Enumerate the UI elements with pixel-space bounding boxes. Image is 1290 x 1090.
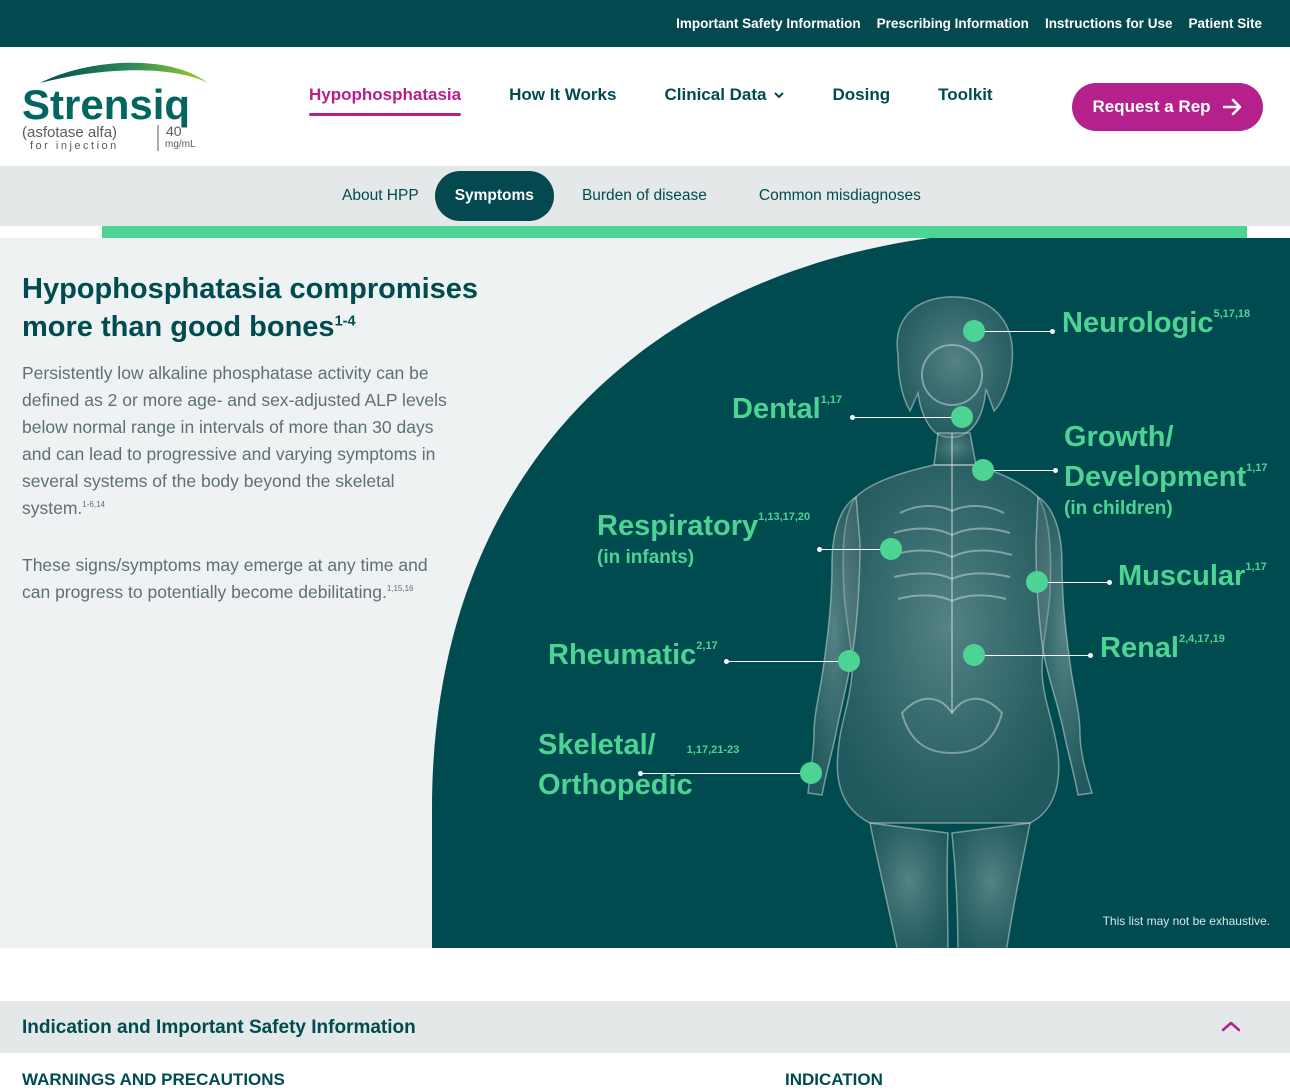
muscular-hotspot (1026, 571, 1048, 593)
nav-hypophosphatasia[interactable]: Hypophosphatasia (309, 85, 462, 116)
logo-for-injection: for injection (30, 140, 119, 152)
renal-connector-end (1088, 653, 1093, 658)
symptom-dental: Dental1,17 (732, 393, 843, 425)
prescribing-info-link[interactable]: Prescribing Information (877, 16, 1029, 31)
logo-strength: 40 (166, 123, 182, 139)
neurologic-connector-end (1050, 329, 1055, 334)
logo-unit: mg/mL (165, 139, 196, 150)
logo-brand: Strensiq (22, 81, 190, 128)
hero-paragraph-2: These signs/symptoms may emerge at any t… (22, 555, 428, 602)
request-a-rep-label: Request a Rep (1092, 97, 1211, 116)
symptom-rheumatic: Rheumatic2,17 (548, 639, 718, 671)
subnav: About HPP Symptoms Burden of disease Com… (0, 166, 1290, 226)
respiratory-connector-end (817, 547, 822, 552)
nav-how-it-works-label: How It Works (509, 85, 617, 104)
isi-bar[interactable]: Indication and Important Safety Informat… (0, 1001, 1290, 1053)
symptom-growth-development: Growth/Development1,17 (in children) (1064, 421, 1268, 519)
skeletal-hotspot (800, 762, 822, 784)
symptom-respiratory: Respiratory1,13,17,20 (in infants) (597, 510, 811, 568)
nav-toolkit-label: Toolkit (938, 85, 993, 104)
dental-connector (852, 417, 962, 418)
symptom-renal: Renal2,4,17,19 (1100, 632, 1225, 664)
strensiq-logo[interactable]: Strensiq (asfotase alfa) for injection 4… (22, 61, 212, 153)
tab-common-misdiagnoses[interactable]: Common misdiagnoses (743, 171, 937, 221)
important-safety-info-link[interactable]: Important Safety Information (676, 16, 861, 31)
symptom-muscular: Muscular1,17 (1118, 560, 1267, 592)
tab-burden-of-disease[interactable]: Burden of disease (566, 171, 723, 221)
patient-site-link[interactable]: Patient Site (1188, 16, 1262, 31)
isi-title: Indication and Important Safety Informat… (22, 1017, 416, 1038)
rheumatic-connector (726, 661, 848, 662)
chevron-up-icon[interactable] (1220, 1019, 1242, 1033)
respiratory-hotspot (880, 538, 902, 560)
nav-clinical-data-label: Clinical Data (664, 85, 767, 104)
section-progress-bar (0, 226, 1290, 238)
utility-bar: Important Safety Information Prescribing… (0, 0, 1290, 47)
renal-hotspot (963, 644, 985, 666)
tab-about-hpp[interactable]: About HPP (326, 171, 435, 221)
main-nav: Hypophosphatasia How It Works Clinical D… (309, 85, 993, 116)
hero-title: Hypophosphatasia compromises more than g… (22, 273, 479, 343)
nav-dosing[interactable]: Dosing (833, 85, 891, 114)
symptoms-hero: Hypophosphatasia compromises more than g… (0, 238, 1290, 948)
warnings-precautions-heading: WARNINGS AND PRECAUTIONS (22, 1070, 285, 1089)
nav-clinical-data[interactable]: Clinical Data (664, 85, 784, 114)
symptom-neurologic: Neurologic5,17,18 (1062, 307, 1251, 339)
neurologic-hotspot (963, 320, 985, 342)
nav-how-it-works[interactable]: How It Works (509, 85, 616, 114)
arrow-right-icon (1222, 98, 1241, 116)
main-header: Strensiq (asfotase alfa) for injection 4… (0, 47, 1290, 166)
neurologic-connector (974, 331, 1052, 332)
growth-connector-end (1053, 468, 1058, 473)
renal-connector (974, 655, 1090, 656)
dental-connector-end (850, 415, 855, 420)
disclaimer-text: This list may not be exhaustive. (1102, 914, 1270, 928)
logo-generic: (asfotase alfa) (22, 124, 117, 141)
symptom-skeletal-orthopedic: Skeletal/Orthopedic1,17,21-23 (538, 729, 740, 801)
section-progress-fill (102, 226, 1247, 238)
hero-paragraph-1: Persistently low alkaline phosphatase ac… (22, 363, 447, 518)
request-a-rep-button[interactable]: Request a Rep (1072, 83, 1263, 131)
subnav-tabs: About HPP Symptoms Burden of disease Com… (326, 171, 937, 221)
nav-dosing-label: Dosing (832, 85, 891, 104)
hero-title-ref: 1-4 (334, 313, 356, 330)
muscular-connector-end (1107, 580, 1112, 585)
hero-p1-ref: 1-6,14 (82, 500, 105, 510)
nav-toolkit[interactable]: Toolkit (938, 85, 992, 114)
rheumatic-connector-end (724, 659, 729, 664)
growth-hotspot (972, 459, 994, 481)
indication-heading: INDICATION (785, 1070, 883, 1089)
utility-links: Important Safety Information Prescribing… (676, 0, 1262, 47)
rheumatic-hotspot (838, 650, 860, 672)
hero-p2-ref: 1,15,16 (386, 584, 414, 594)
skeletal-connector (640, 773, 812, 774)
skeletal-connector-end (638, 771, 643, 776)
tab-symptoms[interactable]: Symptoms (434, 171, 554, 221)
chevron-down-icon (773, 92, 784, 99)
dental-hotspot (951, 406, 973, 428)
nav-hypophosphatasia-label: Hypophosphatasia (309, 85, 462, 104)
instructions-for-use-link[interactable]: Instructions for Use (1045, 16, 1173, 31)
